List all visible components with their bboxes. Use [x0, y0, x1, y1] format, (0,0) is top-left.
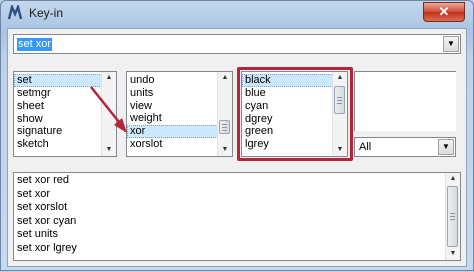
close-button[interactable]: ✕ [423, 2, 465, 22]
filter-dropdown-value: All [359, 141, 372, 153]
window-title: Key-in [29, 6, 64, 20]
scroll-thumb[interactable] [219, 120, 230, 134]
history-item[interactable]: set units [14, 228, 460, 242]
scroll-up-icon[interactable]: ▲ [102, 72, 116, 84]
history-item[interactable]: set xor [14, 188, 460, 202]
filter-dropdown-button[interactable]: ▼ [438, 139, 454, 155]
history-item[interactable]: set xor cyan [14, 215, 460, 229]
scroll-down-icon[interactable]: ▼ [446, 248, 460, 260]
client-area: set xor ▼ set setmgr sheet show signatur… [7, 28, 467, 267]
command-input[interactable]: set xor ▼ [13, 34, 461, 54]
commands-scrollbar[interactable]: ▲ ▼ [101, 72, 116, 156]
scroll-down-icon[interactable]: ▼ [102, 144, 116, 156]
microstation-logo-icon [7, 5, 23, 20]
history-list[interactable]: set xor red set xor set xorslot set xor … [13, 172, 461, 261]
history-item[interactable]: set xor red [14, 174, 460, 188]
filter-dropdown[interactable]: All ▼ [354, 137, 456, 157]
scroll-up-icon[interactable]: ▲ [446, 173, 460, 185]
title-bar[interactable]: Key-in ✕ [1, 1, 473, 25]
chevron-down-icon: ▼ [442, 142, 450, 151]
options-scrollbar[interactable]: ▲ ▼ [217, 72, 232, 156]
scroll-down-icon[interactable]: ▼ [218, 144, 232, 156]
command-input-text[interactable]: set xor [17, 38, 53, 51]
keyin-window: Key-in ✕ set xor ▼ set setmgr sheet show… [0, 0, 474, 271]
blank-list[interactable] [354, 71, 456, 131]
options-list[interactable]: undo units view weight xor xorslot ▲ ▼ [126, 71, 233, 157]
commands-list[interactable]: set setmgr sheet show signature sketch ▲… [13, 71, 117, 157]
scroll-thumb[interactable] [447, 186, 458, 247]
history-item[interactable]: set xorslot [14, 201, 460, 215]
values-highlight-annotation [237, 67, 353, 161]
scroll-up-icon[interactable]: ▲ [218, 72, 232, 84]
history-item[interactable]: set xor lgrey [14, 242, 460, 256]
history-scrollbar[interactable]: ▲ ▼ [445, 173, 460, 260]
command-dropdown-button[interactable]: ▼ [443, 36, 459, 52]
chevron-down-icon: ▼ [447, 39, 455, 48]
